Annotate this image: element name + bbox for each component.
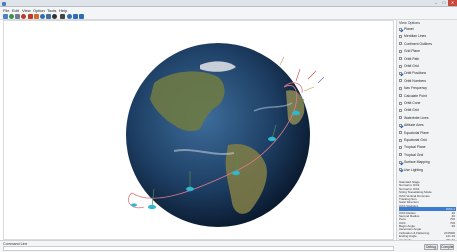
checkbox[interactable] — [399, 123, 402, 127]
title-bar: – □ ✕ — [0, 0, 457, 7]
orbit-stats: Standard Stage Normal to Orbit Normal to… — [399, 180, 456, 242]
stop-icon[interactable] — [60, 14, 65, 19]
view-option-label: Altitude Axes — [404, 123, 424, 128]
view-option-item[interactable]: Orbit Numbers — [399, 79, 426, 83]
open-icon[interactable] — [3, 14, 8, 19]
checkbox[interactable] — [399, 138, 402, 142]
checkbox[interactable] — [399, 145, 402, 149]
view-option-item[interactable]: Planet — [399, 27, 414, 31]
view-option-item[interactable]: Orbit Grid — [399, 108, 419, 112]
checkbox[interactable] — [399, 34, 402, 38]
view-option-item[interactable]: Meridian Lines — [399, 34, 426, 38]
view-option-label: Orbit Grid — [404, 64, 419, 68]
checkbox[interactable] — [399, 94, 402, 98]
app-icon — [2, 1, 6, 6]
orbit-marker — [186, 186, 194, 192]
orbit-marker — [292, 110, 300, 116]
status-bar: Command Line Debug Compile — [0, 240, 457, 252]
zoom-icon[interactable] — [67, 14, 72, 19]
view-option-label: Orbit Positions — [404, 71, 427, 76]
view-option-item[interactable]: Equatorial Plane — [399, 131, 429, 135]
panel-title: View Options — [399, 21, 421, 25]
view-option-item[interactable]: Nav Frequency — [399, 86, 427, 90]
view-options-panel: View Options Planet Meridian Lines Contine… — [396, 20, 457, 242]
maximize-button[interactable]: □ — [440, 0, 448, 6]
command-line-label: Command Line — [3, 241, 28, 246]
checkbox[interactable] — [399, 42, 402, 46]
camera-icon[interactable] — [52, 14, 57, 19]
checkbox[interactable] — [399, 131, 402, 135]
shape-icon[interactable] — [28, 14, 33, 19]
nav-icon[interactable] — [46, 14, 51, 19]
view-option-item[interactable]: Orbit Cone — [399, 101, 420, 105]
view-option-label: Tropical Grid — [404, 152, 424, 157]
measure-icon[interactable] — [21, 14, 26, 19]
close-button[interactable]: ✕ — [448, 0, 457, 6]
checkbox[interactable] — [399, 79, 402, 83]
checkbox[interactable] — [399, 86, 402, 90]
view-option-label: Use Lighting — [404, 167, 423, 172]
view-option-label: Orbit Path — [404, 56, 420, 61]
play-icon[interactable] — [40, 14, 45, 19]
checkbox[interactable] — [399, 168, 402, 172]
debug-button[interactable]: Debug — [424, 244, 438, 250]
view-option-item[interactable]: Altitude Axes — [399, 123, 424, 127]
search-icon[interactable] — [9, 14, 14, 19]
view-option-item[interactable]: Orbit Grid — [399, 64, 419, 68]
view-option-label: Planet — [404, 27, 414, 31]
view-option-item[interactable]: Waterbrite Lines — [399, 116, 429, 120]
shape-icon[interactable] — [34, 14, 39, 19]
checkbox[interactable] — [399, 49, 402, 53]
settings-icon[interactable] — [79, 14, 84, 19]
view-option-item[interactable]: Calculate Point — [399, 94, 427, 98]
checkbox[interactable] — [399, 57, 402, 61]
3d-viewport[interactable] — [3, 20, 394, 240]
checkbox[interactable] — [399, 71, 402, 75]
view-option-label: Orbit Numbers — [404, 78, 427, 83]
view-option-label: Equatorial Plane — [404, 130, 429, 135]
view-option-label: Orbit Cone — [404, 101, 421, 105]
globe-scene[interactable] — [4, 21, 395, 241]
checkbox[interactable] — [399, 27, 402, 31]
view-option-item[interactable]: Tropical Grid — [399, 153, 423, 157]
view-option-label: Tropical Plane — [404, 145, 426, 150]
settings-icon[interactable] — [73, 14, 78, 19]
pan-icon[interactable] — [15, 14, 20, 19]
view-option-item[interactable]: Grid Plane — [399, 49, 420, 53]
view-option-label: Equatorial Grid — [404, 138, 427, 142]
view-option-item[interactable]: Tropical Plane — [399, 145, 426, 149]
checkbox[interactable] — [399, 101, 402, 105]
view-option-label: Grid Plane — [404, 49, 421, 54]
view-option-item[interactable]: Continent Outlines — [399, 42, 432, 46]
orbit-marker — [131, 203, 137, 207]
view-option-item[interactable]: Orbit Path — [399, 57, 419, 61]
toolbar — [0, 13, 457, 20]
view-option-label: Continent Outlines — [404, 41, 432, 46]
view-option-label: Orbit Grid — [404, 108, 419, 113]
view-option-item[interactable]: Equatorial Grid — [399, 138, 427, 142]
view-option-label: Nav Frequency — [404, 86, 427, 91]
orbit-marker — [268, 136, 276, 142]
checkbox[interactable] — [399, 108, 402, 112]
orbit-marker — [148, 204, 156, 210]
checkbox[interactable] — [399, 116, 402, 120]
command-line-input[interactable] — [3, 246, 394, 251]
view-option-item[interactable]: Surface Mapping — [399, 160, 430, 164]
minimize-button[interactable]: – — [432, 0, 440, 6]
orbit-marker — [232, 170, 240, 176]
view-option-label: Calculate Point — [404, 93, 427, 98]
view-option-item[interactable]: Orbit Positions — [399, 71, 426, 75]
view-option-label: Surface Mapping — [404, 160, 430, 165]
compile-button[interactable]: Compile — [440, 244, 454, 250]
view-option-item[interactable]: Use Lighting — [399, 168, 423, 172]
checkbox[interactable] — [399, 64, 402, 68]
view-option-label: Waterbrite Lines — [404, 115, 429, 120]
checkbox[interactable] — [399, 160, 402, 164]
view-option-label: Meridian Lines — [404, 34, 427, 39]
checkbox[interactable] — [399, 153, 402, 157]
